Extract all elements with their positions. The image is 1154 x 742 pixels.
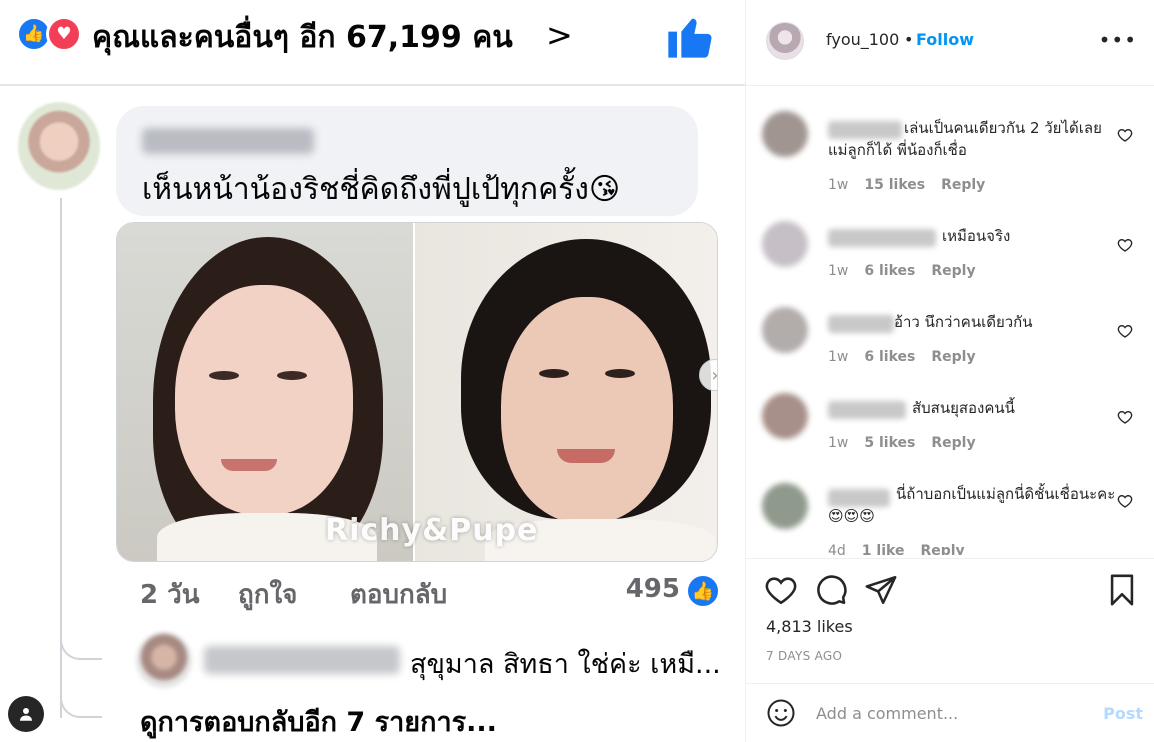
like-link[interactable]: ถูกใจ: [238, 574, 297, 615]
comment-time: 1w: [828, 263, 849, 279]
blurred-reply-name: [204, 646, 400, 674]
comment-time: 1w: [828, 349, 849, 365]
post-actions: 4,813 likes 7 DAYS AGO: [746, 558, 1154, 694]
reply-button[interactable]: Reply: [941, 177, 985, 193]
view-more-replies-link[interactable]: ดูการตอบกลับอีก 7 รายการ...: [140, 700, 497, 742]
comment-likes[interactable]: 5 likes: [864, 435, 915, 451]
comment-meta: 1w 15 likes Reply: [828, 177, 1001, 193]
reply-avatar: [136, 632, 192, 688]
comment-time: 1w: [828, 435, 849, 451]
heart-icon[interactable]: [1117, 237, 1133, 253]
reply-button[interactable]: Reply: [931, 349, 975, 365]
comment-likes[interactable]: 6 likes: [864, 263, 915, 279]
share-icon[interactable]: [864, 573, 898, 607]
comment-text: อ้าว นึกว่าคนเดียวกัน: [894, 313, 1033, 331]
thread-connector: [60, 676, 102, 718]
owner-username[interactable]: fyou_100: [826, 30, 899, 49]
post-image[interactable]: 👍 ♥ คุณและคนอื่นๆ อีก 67,199 คน > เห็นหน…: [0, 0, 745, 742]
heart-icon[interactable]: [1117, 409, 1133, 425]
comment-text: เหมือนจริง: [942, 227, 1011, 245]
instagram-post-view: 👍 ♥ คุณและคนอื่นๆ อีก 67,199 คน > เห็นหน…: [0, 0, 1154, 742]
comment-likes[interactable]: 15 likes: [864, 177, 925, 193]
comment-text: เห็นหน้าน้องริชชี่คิดถึงพี่ปูเป้ทุกครั้ง…: [142, 172, 621, 207]
comments-list[interactable]: เล่นเป็นคนเดียวกัน 2 วัยได้เลย แม่ลูกก็ไ…: [746, 87, 1154, 555]
heart-icon[interactable]: [764, 573, 798, 607]
commenter-avatar: [18, 102, 100, 190]
post-button[interactable]: Post: [1103, 704, 1143, 723]
chevron-right-icon: >: [546, 16, 573, 54]
reactions-text: คุณและคนอื่นๆ อีก 67,199 คน: [92, 20, 513, 55]
love-reaction-icon: ♥: [46, 16, 82, 52]
comment-meta: 1w 6 likes Reply: [828, 263, 992, 279]
photo-watermark: Richy&Pupe: [325, 513, 539, 548]
header-separator: •: [904, 30, 914, 49]
comment-likes[interactable]: 1 like: [862, 543, 905, 555]
bookmark-icon[interactable]: [1105, 573, 1139, 607]
photo-left-portrait: [117, 223, 413, 561]
like-badge-icon: 👍: [686, 574, 720, 608]
post-header: fyou_100 • Follow •••: [746, 0, 1154, 86]
heart-icon[interactable]: [1117, 493, 1133, 509]
comment-time: 1w: [828, 177, 849, 193]
comment-avatar[interactable]: [762, 111, 808, 157]
reply-link[interactable]: ตอบกลับ: [350, 574, 447, 615]
comment-icon[interactable]: [814, 573, 848, 607]
reply-button[interactable]: Reply: [931, 263, 975, 279]
person-icon: [20, 708, 32, 721]
add-comment-bar: Post: [746, 683, 1154, 742]
reply-text: สุขุมาล สิทธา ใช่ค่ะ เหมื...: [410, 649, 721, 680]
reaction-icons: 👍 ♥: [16, 16, 82, 52]
comment-meta: 1w 5 likes Reply: [828, 435, 992, 451]
comment-avatar[interactable]: [762, 483, 808, 529]
comment-text: เล่นเป็นคนเดียวกัน 2 วัยได้เลย แม่ลูกก็ไ…: [828, 119, 1102, 159]
comment-meta: 1w 6 likes Reply: [828, 349, 992, 365]
emoji-icon[interactable]: [766, 698, 796, 728]
post-sidebar: fyou_100 • Follow ••• เล่นเป็นคนเดียวกัน…: [745, 0, 1154, 742]
comment-text: นี่ถ้าบอกเป็นแม่ลูกนี่ดิชั้นเชื่อนะคะ 😍😍…: [828, 485, 1116, 525]
reply-button[interactable]: Reply: [931, 435, 975, 451]
comment-meta-row: 2 วัน ถูกใจ ตอบกลับ 495 👍: [140, 574, 720, 614]
more-options-icon[interactable]: •••: [1099, 28, 1137, 52]
photo-right-portrait: [415, 223, 717, 561]
blurred-commenter-name: [142, 128, 314, 154]
comment-avatar[interactable]: [762, 393, 808, 439]
comment-photo: Richy&Pupe ›: [116, 222, 718, 562]
owner-avatar[interactable]: [766, 22, 804, 60]
comment-input[interactable]: [816, 700, 1086, 726]
reply-button[interactable]: Reply: [920, 543, 964, 555]
comment-avatar[interactable]: [762, 307, 808, 353]
user-tag-icon[interactable]: [8, 696, 44, 732]
thumbs-up-icon: [668, 18, 712, 58]
comment-time: 2 วัน: [140, 580, 200, 610]
comment-text: สับสนยุสองคนนี้: [912, 399, 1015, 417]
thread-connector: [60, 618, 102, 660]
comment-time: 4d: [828, 543, 846, 555]
fb-reactions-bar: 👍 ♥ คุณและคนอื่นๆ อีก 67,199 คน >: [0, 0, 745, 86]
comment-bubble: เห็นหน้าน้องริชชี่คิดถึงพี่ปูเป้ทุกครั้ง…: [116, 106, 698, 216]
follow-button[interactable]: Follow: [916, 30, 974, 49]
post-date: 7 DAYS AGO: [766, 649, 843, 663]
comment-like-count: 495: [625, 574, 680, 604]
comment-likes[interactable]: 6 likes: [864, 349, 915, 365]
comment-meta: 4d 1 like Reply: [828, 543, 981, 555]
likes-count[interactable]: 4,813 likes: [766, 617, 853, 636]
comment-avatar[interactable]: [762, 221, 808, 267]
heart-icon[interactable]: [1117, 323, 1133, 339]
heart-icon[interactable]: [1117, 127, 1133, 143]
